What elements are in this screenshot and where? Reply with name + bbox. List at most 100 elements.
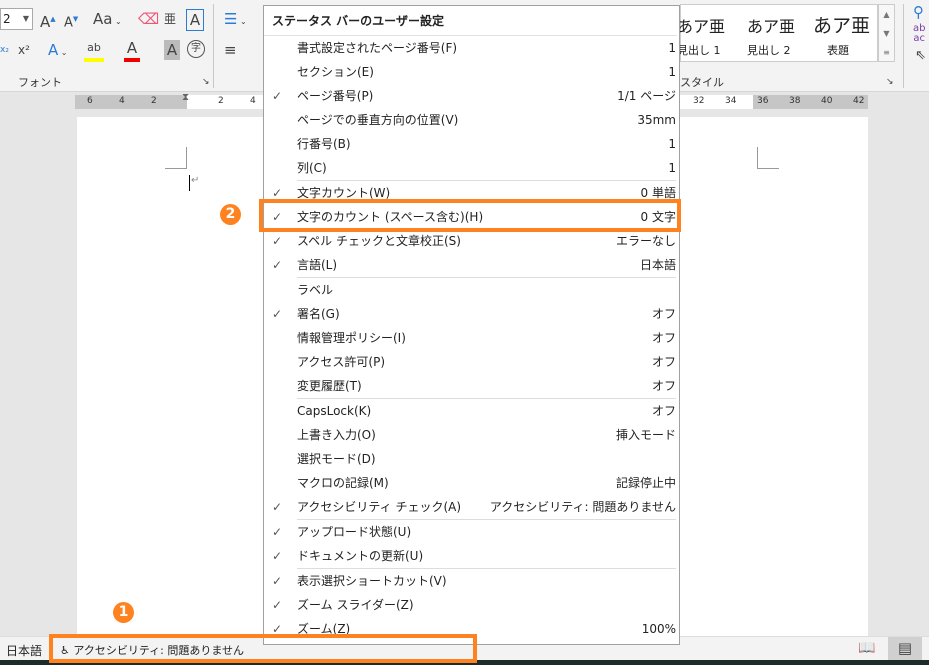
menu-item[interactable]: ✓ アップロード状態(U) — [264, 520, 679, 544]
menu-item-value: 1 — [668, 41, 676, 55]
menu-item-label: 行番号(B) — [297, 137, 351, 151]
font-color-icon[interactable]: A — [124, 38, 140, 62]
menu-item[interactable]: ✓ 署名(G) オフ — [264, 302, 679, 326]
highlight-icon[interactable]: ab — [84, 38, 104, 62]
menu-item-value: 1 — [668, 65, 676, 79]
style-heading2[interactable]: あア亜 — [747, 13, 795, 37]
checkmark-icon: ✓ — [272, 500, 283, 514]
menu-item[interactable]: CapsLock(K) オフ — [264, 399, 679, 423]
replace-icon[interactable]: ab ac — [913, 24, 925, 44]
gallery-scroll[interactable]: ▲ ▼ ≡ — [878, 4, 895, 62]
menu-item-label: マクロの記録(M) — [297, 476, 389, 490]
menu-item[interactable]: マクロの記録(M) 記録停止中 — [264, 471, 679, 495]
read-mode-icon[interactable]: 📖 — [858, 640, 875, 656]
highlight-box-status — [49, 634, 477, 663]
menu-item-label: アクセシビリティ チェック(A) — [297, 500, 462, 514]
checkmark-icon: ✓ — [272, 234, 283, 248]
menu-title: ステータス バーのユーザー設定 — [264, 6, 677, 36]
menu-item-value: 1/1 ページ — [617, 89, 676, 103]
menu-item-value: オフ — [651, 307, 676, 321]
status-bar-customize-menu: ステータス バーのユーザー設定 書式設定されたページ番号(F) 1 セクション(E)… — [263, 5, 680, 645]
menu-item[interactable]: 変更履歴(T) オフ — [264, 374, 679, 398]
style-title[interactable]: あア亜 — [813, 11, 870, 38]
indent-marker[interactable]: ⧗ — [182, 92, 189, 103]
checkmark-icon: ✓ — [272, 258, 283, 272]
menu-item-label: スペル チェックと文章校正(S) — [297, 234, 461, 248]
menu-item-label: 列(C) — [297, 161, 327, 175]
menu-item[interactable]: 書式設定されたページ番号(F) 1 — [264, 36, 679, 60]
menu-item-label: 署名(G) — [297, 307, 340, 321]
bullets-icon[interactable]: ☰ ⌄ — [224, 9, 247, 32]
menu-item[interactable]: アクセス許可(P) オフ — [264, 350, 679, 374]
menu-item[interactable]: 情報管理ポリシー(I) オフ — [264, 326, 679, 350]
menu-item[interactable]: ✓ スペル チェックと文章校正(S) エラーなし — [264, 229, 679, 253]
menu-item-value: アクセシビリティ: 問題ありません — [489, 500, 676, 514]
menu-item-value: 1 — [668, 161, 676, 175]
menu-item-value: オフ — [651, 379, 676, 393]
select-cursor-icon[interactable]: ⇖ — [915, 46, 926, 66]
menu-item[interactable]: ✓ ドキュメントの更新(U) — [264, 544, 679, 568]
menu-item-value: オフ — [651, 404, 676, 418]
find-icon[interactable]: ⚲ — [913, 2, 924, 22]
align-left-icon[interactable]: ≡ — [224, 40, 237, 60]
menu-item-label: 情報管理ポリシー(I) — [297, 331, 406, 345]
menu-item-label: 変更履歴(T) — [297, 379, 362, 393]
menu-item[interactable]: ✓ アクセシビリティ チェック(A) アクセシビリティ: 問題ありません — [264, 495, 679, 519]
menu-item-label: アクセス許可(P) — [297, 355, 386, 369]
highlight-box-char-count — [259, 199, 681, 232]
dialog-launcher-icon[interactable]: ↘ — [202, 72, 210, 92]
font-group-label: フォント — [18, 76, 62, 89]
menu-item-label: ドキュメントの更新(U) — [297, 549, 424, 563]
menu-item-value: 35mm — [637, 113, 676, 127]
checkmark-icon: ✓ — [272, 598, 283, 612]
menu-item-label: ズーム スライダー(Z) — [297, 598, 414, 612]
menu-item[interactable]: ✓ 言語(L) 日本語 — [264, 253, 679, 277]
menu-item[interactable]: 列(C) 1 — [264, 156, 679, 180]
change-case-button[interactable]: Aa ⌄ — [93, 9, 122, 32]
menu-item[interactable]: ✓ ズーム スライダー(Z) — [264, 593, 679, 617]
char-shading-icon[interactable]: A — [164, 40, 180, 60]
menu-item[interactable]: セクション(E) 1 — [264, 60, 679, 84]
superscript-icon[interactable]: x² — [18, 40, 30, 60]
text-cursor — [189, 175, 190, 191]
menu-item[interactable]: 上書き入力(O) 挿入モード — [264, 423, 679, 447]
menu-item[interactable]: ラベル — [264, 278, 679, 302]
menu-item[interactable]: ✓ 表示選択ショートカット(V) — [264, 569, 679, 593]
menu-item-label: 選択モード(D) — [297, 452, 376, 466]
menu-item-label: 表示選択ショートカット(V) — [297, 574, 447, 588]
menu-item-label: セクション(E) — [297, 65, 374, 79]
menu-item-label: ラベル — [297, 283, 334, 297]
menu-item-label: アップロード状態(U) — [297, 525, 412, 539]
annotation-badge-2: 2 — [220, 204, 241, 225]
menu-item[interactable]: ✓ ページ番号(P) 1/1 ページ — [264, 84, 679, 108]
annotation-badge-1: 1 — [113, 602, 134, 623]
font-size-box[interactable]: 2 ▼ — [0, 8, 33, 30]
menu-item-label: 書式設定されたページ番号(F) — [297, 41, 458, 55]
paragraph-mark-icon: ↵ — [191, 175, 200, 186]
clear-format-icon[interactable]: ⌫ — [138, 9, 159, 29]
menu-item-label: 上書き入力(O) — [297, 428, 376, 442]
enclose-char-icon[interactable]: 字 — [187, 40, 205, 58]
menu-item-value: 挿入モード — [615, 428, 676, 442]
styles-gallery: あア亜 見出し 1 あア亜 見出し 2 あア亜 表題 — [677, 4, 878, 62]
menu-item-value: 100% — [641, 622, 676, 636]
checkmark-icon: ✓ — [272, 89, 283, 103]
grow-font-icon[interactable]: A▲ — [40, 9, 56, 32]
styles-launcher-icon[interactable]: ↘ — [886, 72, 894, 92]
subscript-icon[interactable]: x₂ — [0, 40, 9, 60]
menu-item-label: ページでの垂直方向の位置(V) — [297, 113, 459, 127]
menu-item-value: オフ — [651, 331, 676, 345]
menu-item[interactable]: ページでの垂直方向の位置(V) 35mm — [264, 108, 679, 132]
status-language[interactable]: 日本語 — [6, 642, 42, 659]
shrink-font-icon[interactable]: A▼ — [64, 9, 78, 33]
text-effects-icon[interactable]: A ⌄ — [48, 40, 68, 63]
checkmark-icon: ✓ — [272, 574, 283, 588]
menu-item[interactable]: 行番号(B) 1 — [264, 132, 679, 156]
checkmark-icon: ✓ — [272, 307, 283, 321]
menu-item-label: ページ番号(P) — [297, 89, 374, 103]
char-border-icon[interactable]: A — [186, 9, 204, 31]
menu-item-value: オフ — [651, 355, 676, 369]
print-layout-icon[interactable]: ▤ — [888, 637, 922, 660]
menu-item[interactable]: 選択モード(D) — [264, 447, 679, 471]
phonetic-guide-icon[interactable]: 亜 — [164, 9, 176, 29]
